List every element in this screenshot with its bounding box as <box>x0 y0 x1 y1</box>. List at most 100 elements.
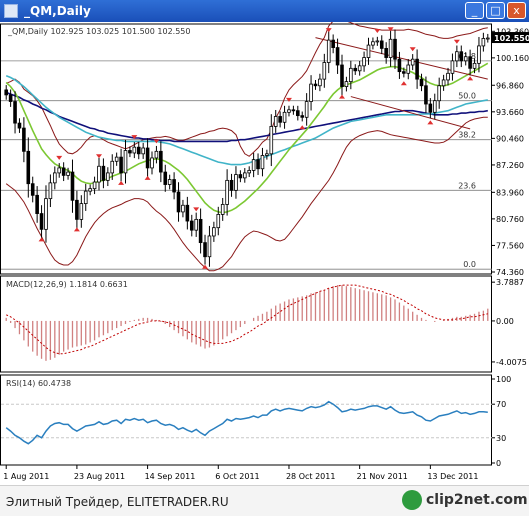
bull-candle-body <box>438 86 441 101</box>
bear-candle-body <box>76 200 79 219</box>
fractal-down-marker <box>401 81 407 85</box>
fractal-up-marker <box>410 47 416 51</box>
bull-candle-body <box>323 63 326 80</box>
bull-candle-body <box>195 219 198 230</box>
bull-candle-body <box>433 101 436 113</box>
fibo-level-label: 0.0 <box>463 260 476 269</box>
bull-candle-body <box>261 155 264 168</box>
bull-candle-body <box>142 148 145 154</box>
fractal-down-marker <box>339 95 345 99</box>
bear-candle-body <box>102 166 105 180</box>
fractal-up-marker <box>56 156 62 160</box>
bull-candle-body <box>89 189 92 191</box>
price-tick-label: 87.260 <box>496 161 524 170</box>
bear-candle-body <box>27 151 30 183</box>
bear-candle-body <box>199 219 202 242</box>
bear-candle-body <box>292 110 295 111</box>
bull-candle-body <box>243 173 246 178</box>
fractal-up-marker <box>193 207 199 211</box>
bull-candle-body <box>442 80 445 86</box>
bull-candle-body <box>58 168 61 173</box>
bear-candle-body <box>279 116 282 122</box>
macd-panel-frame <box>1 276 492 372</box>
bull-candle-body <box>221 204 224 214</box>
bull-candle-body <box>358 66 361 71</box>
bull-candle-body <box>235 175 238 191</box>
macd-tick-label: -4.0075 <box>496 358 527 367</box>
fractal-down-marker <box>39 237 45 241</box>
rsi-panel-frame <box>1 375 492 465</box>
fibo-level-label: 50.0 <box>458 92 476 101</box>
price-tick-label: 90.460 <box>496 134 524 143</box>
bull-candle-body <box>327 40 330 62</box>
bull-candle-body <box>455 52 458 61</box>
bear-candle-body <box>380 41 383 48</box>
fractal-down-marker <box>145 176 151 180</box>
bear-candle-body <box>314 84 317 86</box>
bull-candle-body <box>486 38 489 39</box>
bear-candle-body <box>296 111 299 116</box>
clip2net-logo-text: clip2net.com <box>426 492 528 508</box>
trendline-lower <box>351 97 470 129</box>
footer-bar: Элитный Трейдер, ELITETRADER.RU clip2net… <box>0 485 529 516</box>
bull-candle-body <box>133 147 136 153</box>
bull-candle-body <box>372 42 375 45</box>
close-button[interactable]: x <box>507 2 526 19</box>
fractal-down-marker <box>467 76 473 80</box>
bull-candle-body <box>447 73 450 80</box>
mid-moving-average-line <box>6 76 488 165</box>
time-tick-label: 23 Aug 2011 <box>74 472 125 481</box>
bull-candle-body <box>106 173 109 180</box>
fractal-down-marker <box>427 120 433 124</box>
bear-candle-body <box>301 116 304 118</box>
bear-candle-body <box>31 184 34 196</box>
bear-candle-body <box>5 90 8 95</box>
fibo-level-label: 23.6 <box>458 181 476 190</box>
bear-candle-body <box>129 150 132 152</box>
bear-candle-body <box>257 160 260 169</box>
window-title: _QM,Daily <box>24 4 91 18</box>
clip2net-logo-icon <box>402 490 422 510</box>
bull-candle-body <box>270 126 273 153</box>
bull-candle-body <box>53 173 56 183</box>
bear-candle-body <box>164 172 167 184</box>
bull-candle-body <box>49 183 52 199</box>
fractal-up-marker <box>388 27 394 31</box>
bull-candle-body <box>252 160 255 171</box>
bear-candle-body <box>398 59 401 71</box>
minimize-button[interactable]: _ <box>465 2 484 19</box>
price-tick-label: 80.760 <box>496 215 524 224</box>
fractal-up-marker <box>286 98 292 102</box>
last-price-label: 102.550 <box>494 34 529 43</box>
macd-tick-label: 3.7887 <box>496 278 524 287</box>
price-chart[interactable]: _QM,Daily 102.925 103.025 101.500 102.55… <box>0 22 529 485</box>
bear-candle-body <box>18 123 21 128</box>
bear-candle-body <box>332 40 335 47</box>
time-axis: 1 Aug 201123 Aug 201114 Sep 20116 Oct 20… <box>3 465 478 481</box>
time-tick-label: 1 Aug 2011 <box>3 472 49 481</box>
bull-candle-body <box>310 84 313 101</box>
fractal-down-marker <box>299 125 305 129</box>
rsi-tick-label: 0 <box>496 459 501 468</box>
bull-candle-body <box>248 170 251 172</box>
rsi-tick-label: 100 <box>496 375 511 384</box>
title-bar[interactable]: _QM,Daily _ □ x <box>0 0 529 22</box>
bull-candle-body <box>283 112 286 122</box>
time-tick-label: 6 Oct 2011 <box>215 472 259 481</box>
slow-moving-average-line <box>6 92 488 141</box>
bear-candle-body <box>429 104 432 112</box>
bull-candle-body <box>80 204 83 220</box>
bull-candle-body <box>151 158 154 168</box>
bear-candle-body <box>40 214 43 230</box>
bear-candle-body <box>239 175 242 178</box>
bear-candle-body <box>385 48 388 57</box>
maximize-button[interactable]: □ <box>486 2 505 19</box>
bear-candle-body <box>394 39 397 59</box>
bull-candle-body <box>155 151 158 158</box>
price-tick-label: 96.860 <box>496 81 524 90</box>
bull-candle-body <box>407 65 410 73</box>
price-tick-label: 83.960 <box>496 188 524 197</box>
bull-candle-body <box>93 182 96 189</box>
bear-candle-body <box>159 151 162 172</box>
fractal-down-marker <box>118 181 124 185</box>
